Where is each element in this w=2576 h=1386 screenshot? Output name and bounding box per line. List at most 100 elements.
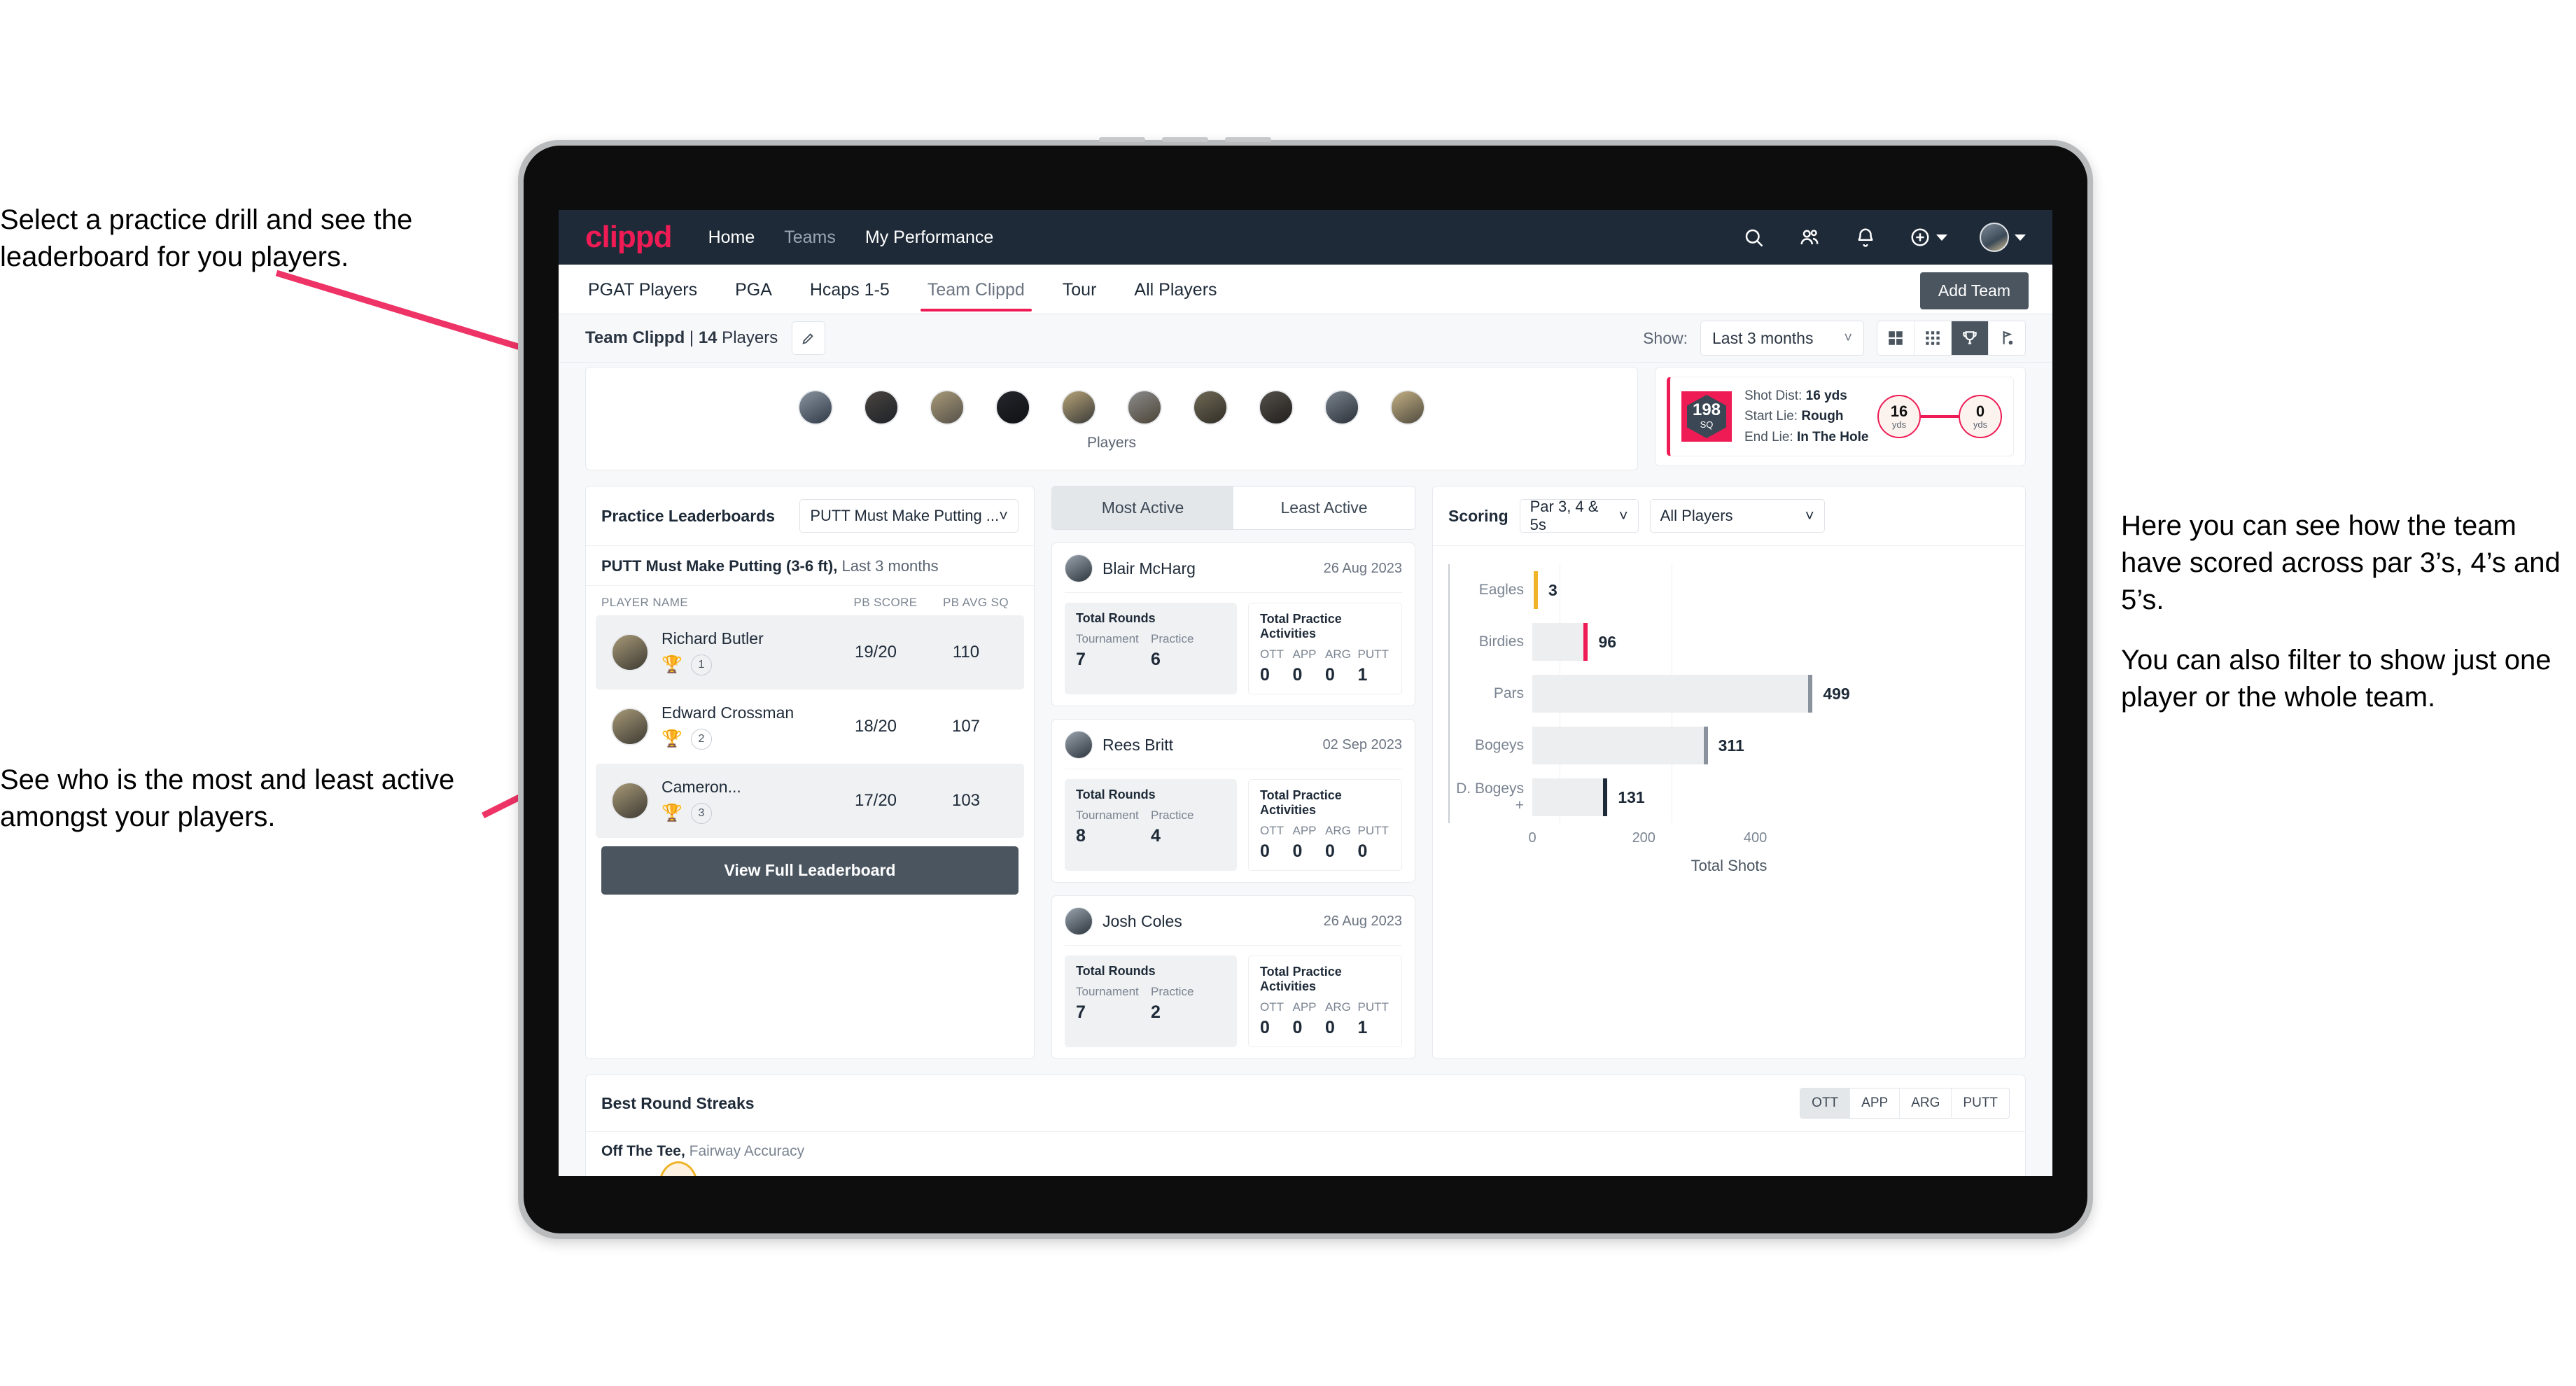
player-avatar[interactable] — [1127, 390, 1162, 425]
drill-period: Last 3 months — [841, 557, 939, 575]
tab-tour[interactable]: Tour — [1060, 267, 1100, 312]
table-row[interactable]: Cameron... 🏆 3 17/20 103 — [596, 764, 1024, 838]
dashboard-content: Players 198 SQ Shot Dist: 16 yds Start L… — [559, 363, 2052, 1176]
player-name: Richard Butler — [662, 629, 764, 648]
scoring-bar-label: Birdies — [1478, 634, 1524, 650]
segment-arg[interactable]: ARG — [1900, 1088, 1952, 1118]
clippd-logo[interactable]: clippd — [585, 220, 673, 255]
shot-distance-visual: 16 yds 0 yds — [1877, 395, 2002, 438]
player-name: Josh Coles — [1102, 911, 1182, 930]
grid-small-icon[interactable] — [1914, 321, 1952, 355]
trophy-icon[interactable] — [1952, 321, 1989, 355]
streak-bubble[interactable]: 7x — [659, 1161, 698, 1176]
scoring-player-select[interactable]: All Players ˅ — [1649, 499, 1825, 533]
player-name: Cameron... — [662, 778, 741, 796]
table-row[interactable]: Richard Butler 🏆 1 19/20 110 — [596, 615, 1024, 690]
show-period-select[interactable]: Last 3 months ˅ — [1700, 321, 1864, 356]
tab-least-active[interactable]: Least Active — [1233, 486, 1415, 529]
show-label: Show: — [1643, 328, 1688, 347]
player-name: Rees Britt — [1102, 735, 1173, 754]
plus-circle-icon[interactable] — [1910, 225, 1947, 249]
player-avatar[interactable] — [798, 390, 833, 425]
bell-icon[interactable] — [1854, 225, 1877, 249]
player-avatar[interactable] — [1324, 390, 1359, 425]
players-avatar-strip — [798, 390, 1425, 425]
shot-quality-badge: 198 SQ — [1681, 391, 1732, 442]
list-item[interactable]: Josh Coles 26 Aug 2023 Total Rounds Tournam… — [1051, 895, 1415, 1059]
drill-select[interactable]: PUTT Must Make Putting ... ˅ — [799, 499, 1018, 533]
distance-connector — [1921, 415, 1959, 418]
leaderboard-rows: Richard Butler 🏆 1 19/20 110 Edward Crossman 🏆… — [586, 615, 1034, 838]
scoring-bar — [1532, 675, 1813, 713]
streaks-sub-bold: Off The Tee, — [601, 1143, 685, 1159]
annotation-right-text-2: You can also filter to show just one pla… — [2121, 645, 2552, 713]
list-item[interactable]: Blair McHarg 26 Aug 2023 Total Rounds Tourn… — [1051, 542, 1415, 706]
people-icon[interactable] — [1798, 225, 1821, 249]
activity-date: 02 Sep 2023 — [1322, 736, 1402, 752]
drill-subtitle: PUTT Must Make Putting (3-6 ft), Last 3 … — [586, 546, 1034, 586]
chevron-down-icon — [1936, 234, 1947, 241]
tab-all-players[interactable]: All Players — [1131, 267, 1219, 312]
start-distance-value: 16 — [1890, 402, 1908, 420]
scoring-bar-label: Pars — [1493, 685, 1524, 701]
streaks-subtitle: Off The Tee, Fairway Accuracy — [586, 1132, 2025, 1160]
streaks-title: Best Round Streaks — [601, 1093, 755, 1112]
app-topbar: clippd Home Teams My Performance — [559, 210, 2052, 265]
x-tick-label: 400 — [1743, 830, 1768, 846]
player-avatar[interactable] — [995, 390, 1030, 425]
pb-score: 19/20 — [854, 643, 897, 662]
par-select[interactable]: Par 3, 4 & 5s ˅ — [1519, 498, 1639, 533]
nav-home[interactable]: Home — [708, 227, 755, 248]
rank-badge: 1 — [690, 654, 712, 676]
player-avatar[interactable] — [930, 390, 965, 425]
nav-teams[interactable]: Teams — [784, 227, 836, 248]
tab-pgat-players[interactable]: PGAT Players — [585, 267, 700, 312]
pb-score: 17/20 — [854, 791, 897, 810]
activity-date: 26 Aug 2023 — [1323, 560, 1402, 576]
player-avatar[interactable] — [1390, 390, 1425, 425]
total-rounds-box: Total Rounds Tournament 7 Practice 6 — [1065, 603, 1237, 694]
trophy-icon: 🏆 — [662, 804, 682, 822]
table-row[interactable]: Edward Crossman 🏆 2 18/20 107 — [596, 690, 1024, 764]
view-full-leaderboard-button[interactable]: View Full Leaderboard — [601, 846, 1018, 895]
tab-pga[interactable]: PGA — [732, 267, 775, 312]
player-avatar[interactable] — [1061, 390, 1096, 425]
list-item[interactable]: Rees Britt 02 Sep 2023 Total Rounds Tournam… — [1051, 719, 1415, 883]
avatar — [611, 782, 649, 820]
top-navigation: Home Teams My Performance — [708, 227, 994, 248]
shot-dist-key: Shot Dist: — [1744, 388, 1802, 403]
player-count: 14 — [698, 328, 718, 347]
col-pb-avg-sq: PB AVG SQ — [943, 596, 1009, 609]
user-avatar[interactable] — [1980, 223, 2026, 252]
segment-app[interactable]: APP — [1850, 1088, 1900, 1118]
team-tabbar: PGAT Players PGA Hcaps 1-5 Team Clippd T… — [559, 265, 2052, 314]
scoring-bar-value: 131 — [1618, 788, 1645, 806]
nav-my-performance[interactable]: My Performance — [865, 227, 993, 248]
app-screen: clippd Home Teams My Performance PGAT Pl… — [559, 210, 2052, 1176]
scoring-bar-cap — [1603, 778, 1608, 816]
scoring-title: Scoring — [1448, 506, 1508, 525]
flag-icon[interactable] — [1989, 321, 2025, 355]
tab-most-active[interactable]: Most Active — [1052, 486, 1233, 529]
col-pb-score: PB SCORE — [853, 596, 918, 609]
add-team-button[interactable]: Add Team — [1919, 272, 2029, 309]
annotation-left-top: Select a practice drill and see the lead… — [0, 202, 518, 276]
tab-hcaps-1-5[interactable]: Hcaps 1-5 — [807, 267, 892, 312]
player-avatar[interactable] — [864, 390, 899, 425]
par-select-value: Par 3, 4 & 5s — [1530, 498, 1599, 533]
player-avatar[interactable] — [1259, 390, 1294, 425]
middle-row: Practice Leaderboards PUTT Must Make Put… — [585, 486, 2026, 1059]
tab-team-clippd[interactable]: Team Clippd — [920, 267, 1032, 312]
top-icon-group — [1742, 223, 2026, 252]
shot-quality-value: 198 — [1692, 400, 1721, 419]
grid-large-icon[interactable] — [1877, 321, 1914, 355]
team-subbar: Team Clippd | 14 Players Show: Last 3 mo… — [559, 314, 2052, 363]
player-avatar[interactable] — [1193, 390, 1228, 425]
total-practice-box: Total Practice Activities OTT 0 APP 0 ARG 0 PUT… — [1248, 955, 1402, 1047]
search-icon[interactable] — [1742, 225, 1765, 249]
segment-putt[interactable]: PUTT — [1952, 1088, 2009, 1118]
pb-avg-sq: 110 — [952, 643, 980, 662]
scoring-bar-row: D. Bogeys + 131 — [1456, 771, 2010, 823]
segment-ott[interactable]: OTT — [1800, 1088, 1851, 1118]
pencil-icon[interactable] — [792, 321, 826, 355]
